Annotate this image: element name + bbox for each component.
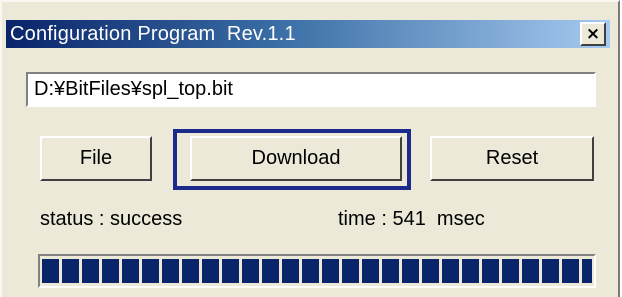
file-button[interactable]: File	[40, 136, 152, 181]
config-window: Configuration Program Rev.1.1 × File Dow…	[0, 0, 620, 297]
window-title: Configuration Program Rev.1.1	[10, 22, 296, 45]
close-icon: ×	[585, 23, 601, 44]
close-button[interactable]: ×	[580, 22, 606, 46]
reset-button[interactable]: Reset	[430, 136, 594, 181]
progress-bar	[38, 254, 596, 288]
file-path-input[interactable]	[26, 72, 596, 107]
status-label: status : success	[40, 208, 183, 230]
title-bar[interactable]: Configuration Program Rev.1.1 ×	[6, 20, 610, 48]
progress-fill	[42, 259, 592, 283]
time-label: time : 541 msec	[338, 208, 485, 230]
download-button[interactable]: Download	[190, 136, 402, 181]
